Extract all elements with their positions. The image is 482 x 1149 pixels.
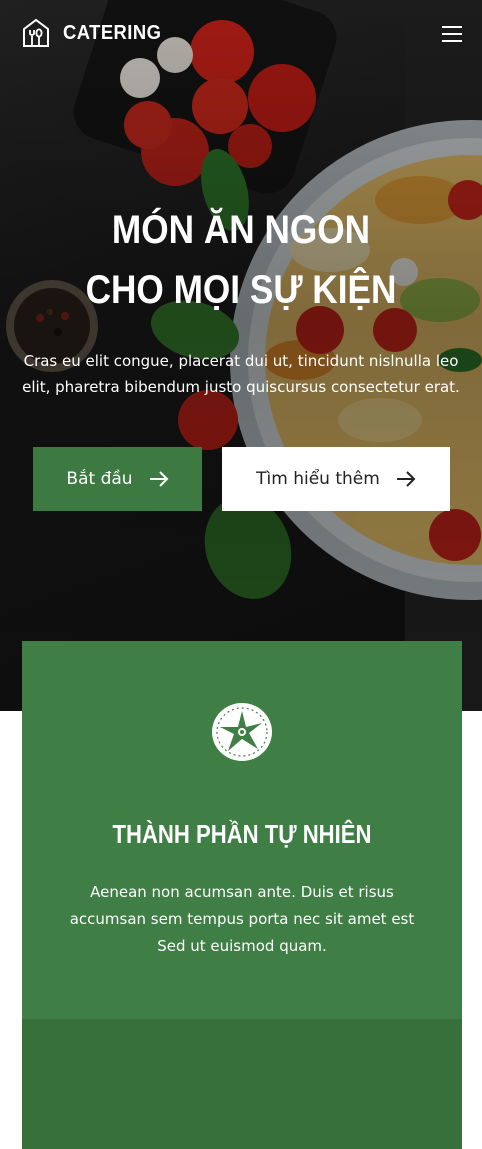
menu-bar <box>442 40 462 42</box>
feature-title: THÀNH PHẦN TỰ NHIÊN <box>22 819 462 850</box>
arrow-right-icon <box>396 471 416 487</box>
learn-more-button[interactable]: Tìm hiểu thêm <box>222 447 450 511</box>
menu-bar <box>442 33 462 35</box>
hero-title-line1: MÓN ĂN NGON <box>111 208 371 252</box>
feature-title-text: THÀNH PHẦN TỰ NHIÊN <box>112 819 372 849</box>
hamburger-menu-icon[interactable] <box>442 26 462 42</box>
arrow-right-icon <box>149 471 168 487</box>
hero-section: CATERING MÓN ĂN NGON CHO MỌI SỰ KIỆN Cra… <box>0 0 482 711</box>
house-fork-spoon-icon[interactable] <box>22 18 50 48</box>
hero-subtitle: Cras eu elit congue, placerat dui ut, ti… <box>22 352 460 396</box>
start-button[interactable]: Bắt đầu <box>33 447 202 511</box>
learn-more-button-label: Tìm hiểu thêm <box>256 469 380 489</box>
logo-text[interactable]: CATERING <box>63 22 161 45</box>
feature-card: THÀNH PHẦN TỰ NHIÊN Aenean non acumsan a… <box>22 641 462 1149</box>
site-header: CATERING <box>22 18 462 52</box>
feature-card-footer-band <box>22 1019 462 1149</box>
hero-title-line2: CHO MỌI SỰ KIỆN <box>85 268 397 312</box>
start-button-label: Bắt đầu <box>66 469 133 489</box>
hero-title: MÓN ĂN NGON CHO MỌI SỰ KIỆN <box>0 200 482 320</box>
feature-description: Aenean non acumsan ante. Duis et risus a… <box>69 883 415 955</box>
tomato-slice-icon <box>212 703 272 761</box>
menu-bar <box>442 26 462 28</box>
